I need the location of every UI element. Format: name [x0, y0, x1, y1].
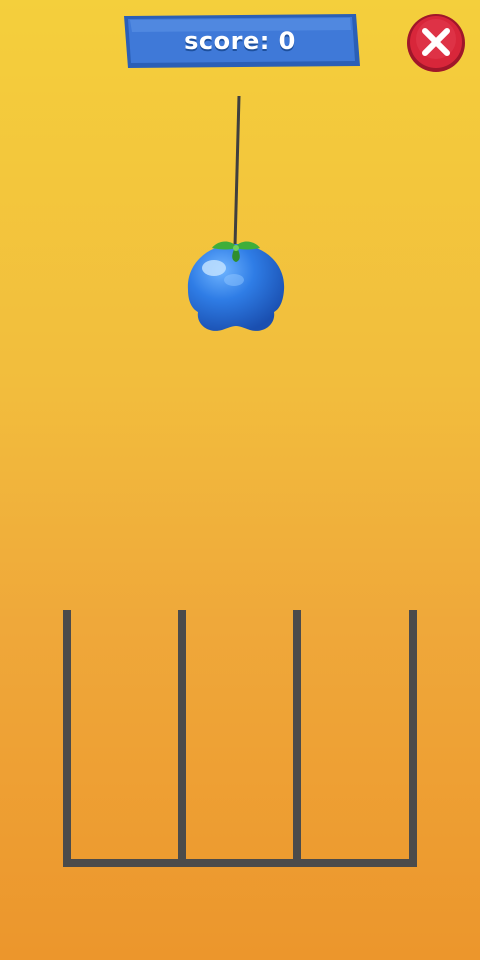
bins [63, 610, 417, 867]
